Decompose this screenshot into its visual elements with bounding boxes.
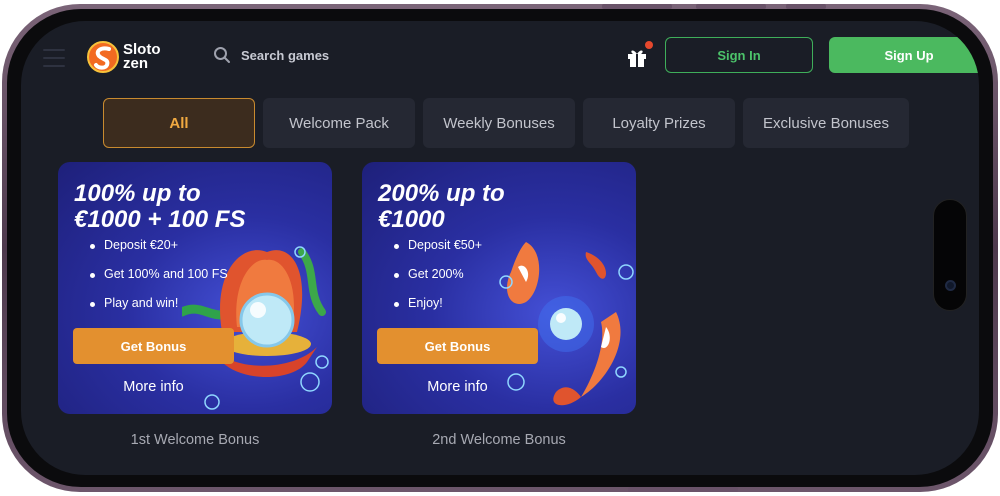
card-title-line-1: 200% up to (378, 180, 505, 207)
bonus-card-1[interactable]: 100% up to €1000 + 100 FS Deposit €20+ G… (58, 162, 332, 414)
tab-all[interactable]: All (103, 98, 255, 148)
phone-button (602, 4, 672, 9)
sign-up-button[interactable]: Sign Up (829, 37, 979, 73)
menu-icon[interactable] (43, 49, 65, 73)
tab-exclusive-bonuses[interactable]: Exclusive Bonuses (743, 98, 909, 148)
list-item: Get 200% (394, 267, 482, 296)
phone-button (628, 487, 738, 492)
gift-box-icon (628, 50, 646, 67)
card-bullets: Deposit €50+ Get 200% Enjoy! (394, 238, 482, 325)
more-info-link[interactable]: More info (73, 379, 234, 395)
notification-dot (645, 41, 653, 49)
card-title-line-1: 100% up to (74, 180, 201, 207)
search-bar[interactable]: Search games (213, 46, 329, 64)
sign-in-button[interactable]: Sign In (665, 37, 813, 73)
tab-weekly-bonuses[interactable]: Weekly Bonuses (423, 98, 575, 148)
logo-line-2: zen (123, 55, 149, 72)
camera-island (933, 199, 967, 311)
camera-lens-icon (945, 280, 956, 291)
phone-button (696, 4, 766, 9)
list-item: Get 100% and 100 FS (90, 267, 228, 296)
list-item: Enjoy! (394, 296, 482, 325)
app-screen: Sloto zen Search games Sign In Sign Up A… (21, 21, 979, 475)
search-input[interactable]: Search games (241, 48, 329, 63)
list-item: Deposit €50+ (394, 238, 482, 267)
gift-icon[interactable] (625, 41, 653, 69)
card-caption: 1st Welcome Bonus (130, 432, 260, 448)
search-icon (214, 47, 230, 63)
logo-mark-icon (87, 41, 119, 73)
get-bonus-button[interactable]: Get Bonus (377, 328, 538, 364)
tab-loyalty-prizes[interactable]: Loyalty Prizes (583, 98, 735, 148)
bonus-filter-tabs: All Welcome Pack Weekly Bonuses Loyalty … (103, 98, 909, 148)
card-caption: 2nd Welcome Bonus (432, 432, 566, 448)
logo-text: Sloto zen (123, 42, 161, 72)
bonus-card-2[interactable]: 200% up to €1000 Deposit €50+ Get 200% E… (362, 162, 636, 414)
card-title: 200% up to €1000 (378, 181, 628, 233)
phone-bezel: Sloto zen Search games Sign In Sign Up A… (7, 9, 993, 487)
card-title-line-2: €1000 + 100 FS (74, 206, 246, 233)
tab-welcome-pack[interactable]: Welcome Pack (263, 98, 415, 148)
phone-frame: Sloto zen Search games Sign In Sign Up A… (2, 4, 998, 492)
more-info-link[interactable]: More info (377, 379, 538, 395)
phone-button (786, 4, 826, 9)
card-bullets: Deposit €20+ Get 100% and 100 FS Play an… (90, 238, 228, 325)
get-bonus-button[interactable]: Get Bonus (73, 328, 234, 364)
list-item: Play and win! (90, 296, 228, 325)
logo[interactable]: Sloto zen (87, 41, 161, 73)
list-item: Deposit €20+ (90, 238, 228, 267)
card-title: 100% up to €1000 + 100 FS (74, 181, 324, 233)
card-title-line-2: €1000 (378, 206, 445, 233)
